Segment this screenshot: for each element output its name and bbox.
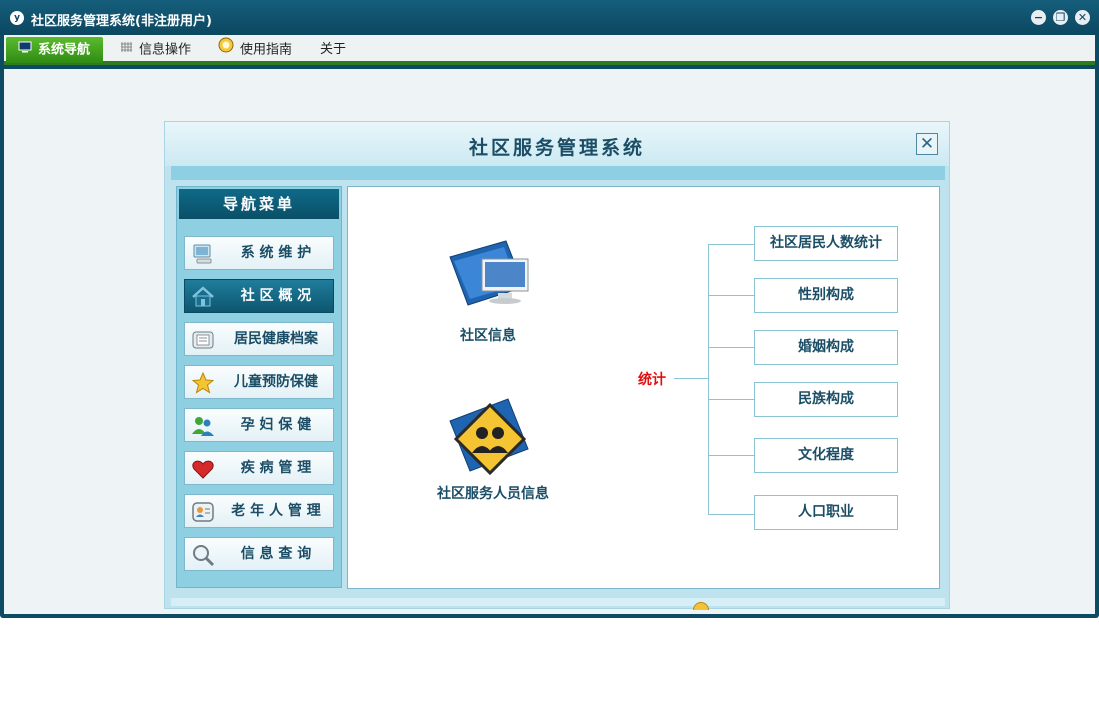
nav-item-info-query[interactable]: 信 息 查 询 (184, 537, 334, 571)
stat-resident-count-button[interactable]: 社区居民人数统计 (754, 226, 898, 261)
community-info-icon[interactable] (446, 237, 536, 309)
stat-education-button[interactable]: 文化程度 (754, 438, 898, 473)
nav-item-disease-management[interactable]: 疾 病 管 理 (184, 451, 334, 485)
tree-branch (708, 455, 754, 456)
staff-info-icon[interactable] (446, 393, 536, 477)
menu-label: 使用指南 (240, 42, 293, 58)
nav-title: 导航菜单 (179, 189, 339, 219)
menu-label: 系统导航 (38, 42, 91, 58)
dialog-close-button[interactable]: ✕ (916, 133, 938, 155)
magnifier-icon (191, 543, 215, 567)
dialog-title: 社区服务管理系统 (468, 137, 645, 159)
users-icon (191, 414, 215, 438)
tree-trunk (708, 244, 709, 515)
stat-ethnicity-button[interactable]: 民族构成 (754, 382, 898, 417)
nav-item-label: 居民健康档案 (234, 331, 318, 347)
grid-icon (120, 37, 133, 63)
nav-item-label: 社 区 概 况 (240, 288, 312, 304)
nav-item-label: 老 年 人 管 理 (231, 503, 321, 519)
stat-marriage-button[interactable]: 婚姻构成 (754, 330, 898, 365)
menu-info-operation[interactable]: 信息操作 (120, 37, 200, 63)
close-window-button[interactable]: ✕ (1075, 10, 1090, 25)
menu-user-guide[interactable]: 使用指南 (218, 37, 298, 63)
file-cabinet-icon (191, 328, 215, 352)
info-icon (218, 37, 234, 63)
nav-item-elderly-management[interactable]: 老 年 人 管 理 (184, 494, 334, 528)
nav-item-system-maintenance[interactable]: 系 统 维 护 (184, 236, 334, 270)
tree-branch (708, 514, 754, 515)
dialog-header-band (171, 166, 945, 180)
nav-item-label: 系 统 维 护 (240, 245, 312, 261)
tree-branch (708, 399, 754, 400)
nav-item-label: 信 息 查 询 (240, 546, 312, 562)
app-logo-icon: y (10, 11, 24, 25)
staff-info-label[interactable]: 社区服务人员信息 (408, 483, 578, 503)
statistics-label: 统计 (638, 372, 666, 388)
tree-branch (708, 244, 754, 245)
nav-item-child-healthcare[interactable]: 儿童预防保健 (184, 365, 334, 399)
minimize-button[interactable]: − (1031, 10, 1046, 25)
menu-system-navigation[interactable]: 系统导航 (6, 37, 103, 63)
nav-item-maternal-healthcare[interactable]: 孕 妇 保 健 (184, 408, 334, 442)
overview-panel: 社区信息 社区服务人员信息 统计 社区居民人数统计 性别构成 婚姻构成 民族构成… (347, 186, 940, 589)
stat-gender-button[interactable]: 性别构成 (754, 278, 898, 313)
restore-button[interactable]: ❐ (1053, 10, 1068, 25)
contact-card-icon (191, 500, 215, 524)
menu-about[interactable]: 关于 (320, 37, 360, 63)
home-icon (191, 285, 215, 309)
menu-label: 关于 (320, 42, 347, 57)
window-title: 社区服务管理系统(非注册用户) (31, 14, 212, 29)
computer-icon (191, 242, 215, 266)
menu-label: 信息操作 (139, 42, 192, 58)
app-window: y 社区服务管理系统(非注册用户) − ❐ ✕ 系统导航 信息操作 使用指南 关… (0, 0, 1099, 618)
tree-branch (708, 347, 754, 348)
nav-item-label: 孕 妇 保 健 (240, 417, 312, 433)
community-info-label[interactable]: 社区信息 (428, 325, 548, 345)
dialog-footer (171, 598, 945, 606)
title-bar: y 社区服务管理系统(非注册用户) − ❐ ✕ (0, 0, 1099, 35)
heart-icon (191, 457, 215, 481)
nav-item-label: 儿童预防保健 (234, 374, 318, 390)
navigation-menu: 导航菜单 系 统 维 护 社 区 概 况 居民健康档案 儿童预防保健 孕 妇 保… (176, 186, 342, 588)
tree-branch (708, 295, 754, 296)
tree-connector (674, 378, 708, 379)
star-icon (191, 371, 215, 395)
stat-occupation-button[interactable]: 人口职业 (754, 495, 898, 530)
nav-item-label: 疾 病 管 理 (240, 460, 312, 476)
system-dialog: 社区服务管理系统 ✕ 导航菜单 系 统 维 护 社 区 概 况 居民健康档案 儿… (164, 121, 950, 610)
nav-item-community-overview[interactable]: 社 区 概 况 (184, 279, 334, 313)
nav-item-health-records[interactable]: 居民健康档案 (184, 322, 334, 356)
menu-bar: 系统导航 信息操作 使用指南 关于 (4, 35, 1095, 65)
monitor-icon (18, 37, 32, 63)
dialog-header: 社区服务管理系统 ✕ (165, 122, 949, 166)
